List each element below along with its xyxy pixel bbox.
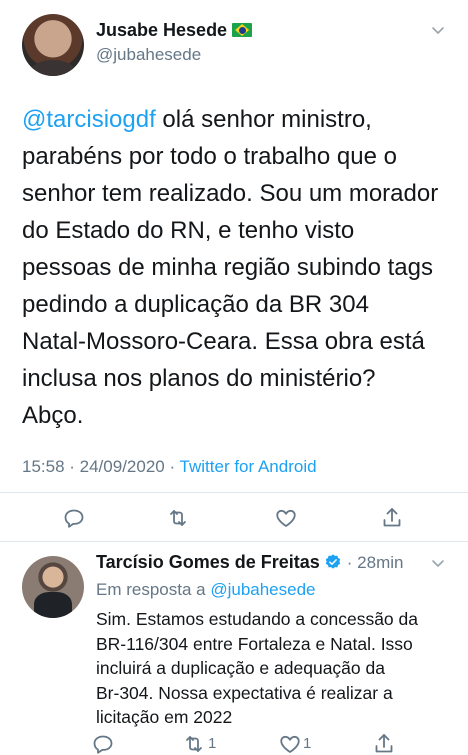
reply-icon: [93, 735, 113, 754]
share-icon: [375, 734, 393, 753]
tweet-line: parabéns por todo o trabalho que o: [22, 143, 397, 170]
reply-author-line: Tarcísio Gomes de Freitas · 28min: [96, 552, 403, 573]
retweet-count: 1: [208, 735, 217, 752]
mention-link[interactable]: @tarcisiogdf: [22, 106, 156, 133]
like-icon: [280, 735, 300, 753]
share-button[interactable]: [378, 505, 406, 531]
replying-to: Em resposta a @jubahesede: [96, 580, 316, 600]
retweet-button[interactable]: [164, 505, 192, 531]
divider: [0, 492, 468, 493]
tweet-line: Natal-Mossoro-Ceara. Essa obra está: [22, 328, 425, 355]
share-icon: [383, 508, 401, 527]
like-icon: [276, 509, 296, 527]
retweet-icon: [170, 510, 186, 526]
tweet-line: Abço.: [22, 402, 84, 429]
replying-prefix: Em resposta a: [96, 580, 211, 599]
author-handle[interactable]: @jubahesede: [96, 45, 201, 65]
tweet-line: do Estado do RN, e tenho visto: [22, 217, 355, 244]
tweet-body: @tarcisiogdf olá senhor ministro, parabé…: [22, 101, 452, 434]
reply-line: Sim. Estamos estudando a concessão da: [96, 609, 418, 629]
divider: [0, 541, 468, 542]
verified-badge-icon: [325, 554, 340, 569]
tweet-line: pessoas de minha região subindo tags: [22, 254, 433, 281]
reply-line: BR-116/304 entre Fortaleza e Natal. Isso: [96, 633, 413, 654]
reply-icon: [64, 509, 84, 528]
reply-button[interactable]: [60, 505, 88, 531]
reply-author-name[interactable]: Tarcísio Gomes de Freitas: [96, 552, 320, 572]
tweet-timestamp[interactable]: 15:58 · 24/09/2020 ·: [22, 457, 180, 476]
reply-line: licitação em 2022: [96, 707, 233, 727]
reply-author-avatar[interactable]: [22, 556, 84, 618]
share-button[interactable]: [370, 731, 398, 755]
author-avatar[interactable]: [22, 14, 84, 76]
tweet-line: inclusa nos planos do ministério?: [22, 365, 376, 392]
chevron-down-icon[interactable]: [430, 555, 446, 571]
reply-button[interactable]: [89, 731, 117, 755]
tweet-line: senhor tem realizado. Sou um morador: [22, 180, 439, 207]
like-count: 1: [303, 735, 312, 752]
author-name[interactable]: Jusabe Hesede: [96, 20, 253, 41]
retweet-icon: [186, 736, 202, 752]
author-name-text[interactable]: Jusabe Hesede: [96, 20, 227, 40]
main-tweet: Jusabe Hesede @jubahesede @tarcisiogdf o…: [0, 0, 468, 542]
like-button[interactable]: [276, 731, 304, 755]
tweet-line: olá senhor ministro,: [155, 106, 372, 133]
reply-body: Sim. Estamos estudando a concessão da BR…: [96, 607, 466, 730]
tweet-source[interactable]: Twitter for Android: [180, 457, 317, 476]
replying-handle[interactable]: @jubahesede: [210, 580, 315, 599]
reply-time[interactable]: · 28min: [347, 553, 404, 572]
tweet-line: pedindo a duplicação da BR 304: [22, 291, 369, 318]
brazil-flag-icon: [232, 23, 253, 37]
retweet-button[interactable]: [180, 731, 208, 755]
chevron-down-icon[interactable]: [430, 22, 446, 38]
like-button[interactable]: [272, 505, 300, 531]
reply-tweet[interactable]: Tarcísio Gomes de Freitas · 28min Em res…: [0, 543, 468, 755]
reply-line: incluirá a duplicação e adequação da: [96, 658, 385, 678]
reply-line: Br-304. Nossa expectativa é realizar a: [96, 682, 393, 703]
tweet-meta: 15:58 · 24/09/2020 · Twitter for Android: [22, 457, 317, 477]
